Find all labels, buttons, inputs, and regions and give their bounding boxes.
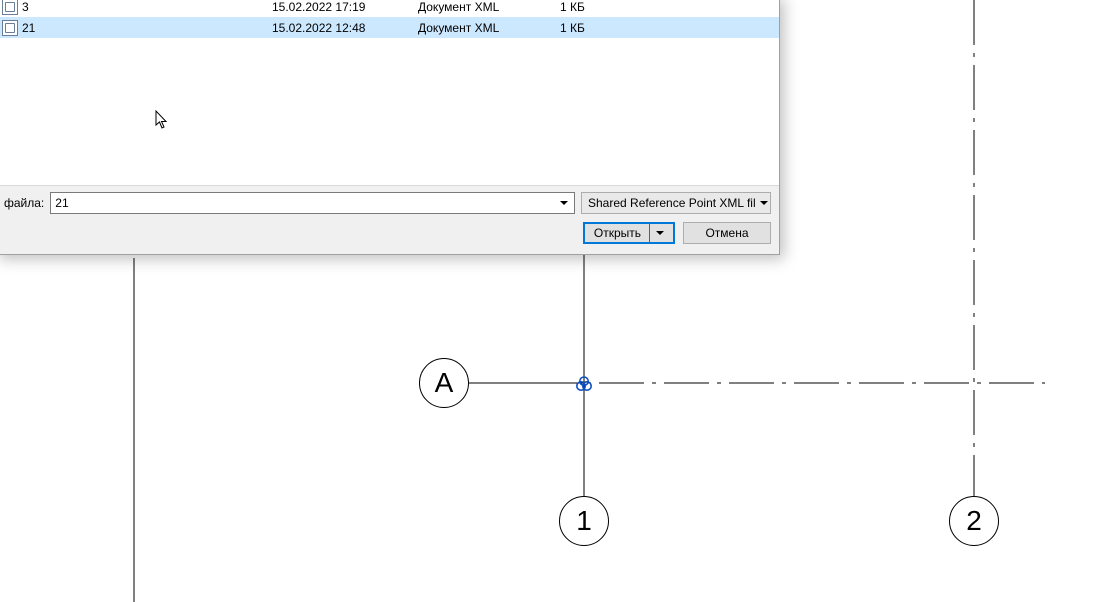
file-date: 15.02.2022 12:48	[272, 21, 418, 35]
file-type: Документ XML	[418, 0, 560, 14]
file-type-filter[interactable]: Shared Reference Point XML fil	[581, 192, 771, 214]
chevron-down-icon	[560, 201, 568, 205]
file-list[interactable]: 315.02.2022 17:19Документ XML1 КБ2115.02…	[0, 0, 779, 185]
grid-bubble-2[interactable]: 2	[949, 496, 999, 546]
grid-bubble-A[interactable]: А	[419, 358, 469, 408]
filename-input[interactable]: 21	[50, 192, 575, 214]
file-size: 1 КБ	[560, 21, 600, 35]
cancel-button[interactable]: Отмена	[683, 222, 771, 244]
chevron-down-icon	[760, 201, 768, 205]
xml-file-icon	[2, 20, 18, 36]
file-type-filter-value: Shared Reference Point XML fil	[588, 196, 760, 210]
xml-file-icon	[2, 0, 18, 15]
chevron-down-icon	[656, 231, 664, 235]
file-name: 3	[22, 0, 272, 14]
open-button[interactable]: Открыть	[583, 222, 675, 244]
filename-dropdown-icon[interactable]	[556, 194, 572, 212]
shared-point-marker[interactable]	[575, 375, 593, 393]
cancel-button-label: Отмена	[705, 226, 748, 240]
filename-value: 21	[55, 196, 556, 210]
file-date: 15.02.2022 17:19	[272, 0, 418, 14]
filename-label: файла:	[4, 196, 44, 210]
grid-bubble-1[interactable]: 1	[559, 496, 609, 546]
open-button-label: Открыть	[594, 226, 641, 240]
file-type: Документ XML	[418, 21, 560, 35]
file-row[interactable]: 2115.02.2022 12:48Документ XML1 КБ	[0, 17, 779, 38]
dialog-bottom-panel: файла: 21 Shared Reference Point XML fil…	[0, 185, 779, 254]
open-button-split[interactable]	[649, 223, 664, 243]
file-row[interactable]: 315.02.2022 17:19Документ XML1 КБ	[0, 0, 779, 17]
open-file-dialog: 315.02.2022 17:19Документ XML1 КБ2115.02…	[0, 0, 780, 255]
file-size: 1 КБ	[560, 0, 600, 14]
file-name: 21	[22, 21, 272, 35]
